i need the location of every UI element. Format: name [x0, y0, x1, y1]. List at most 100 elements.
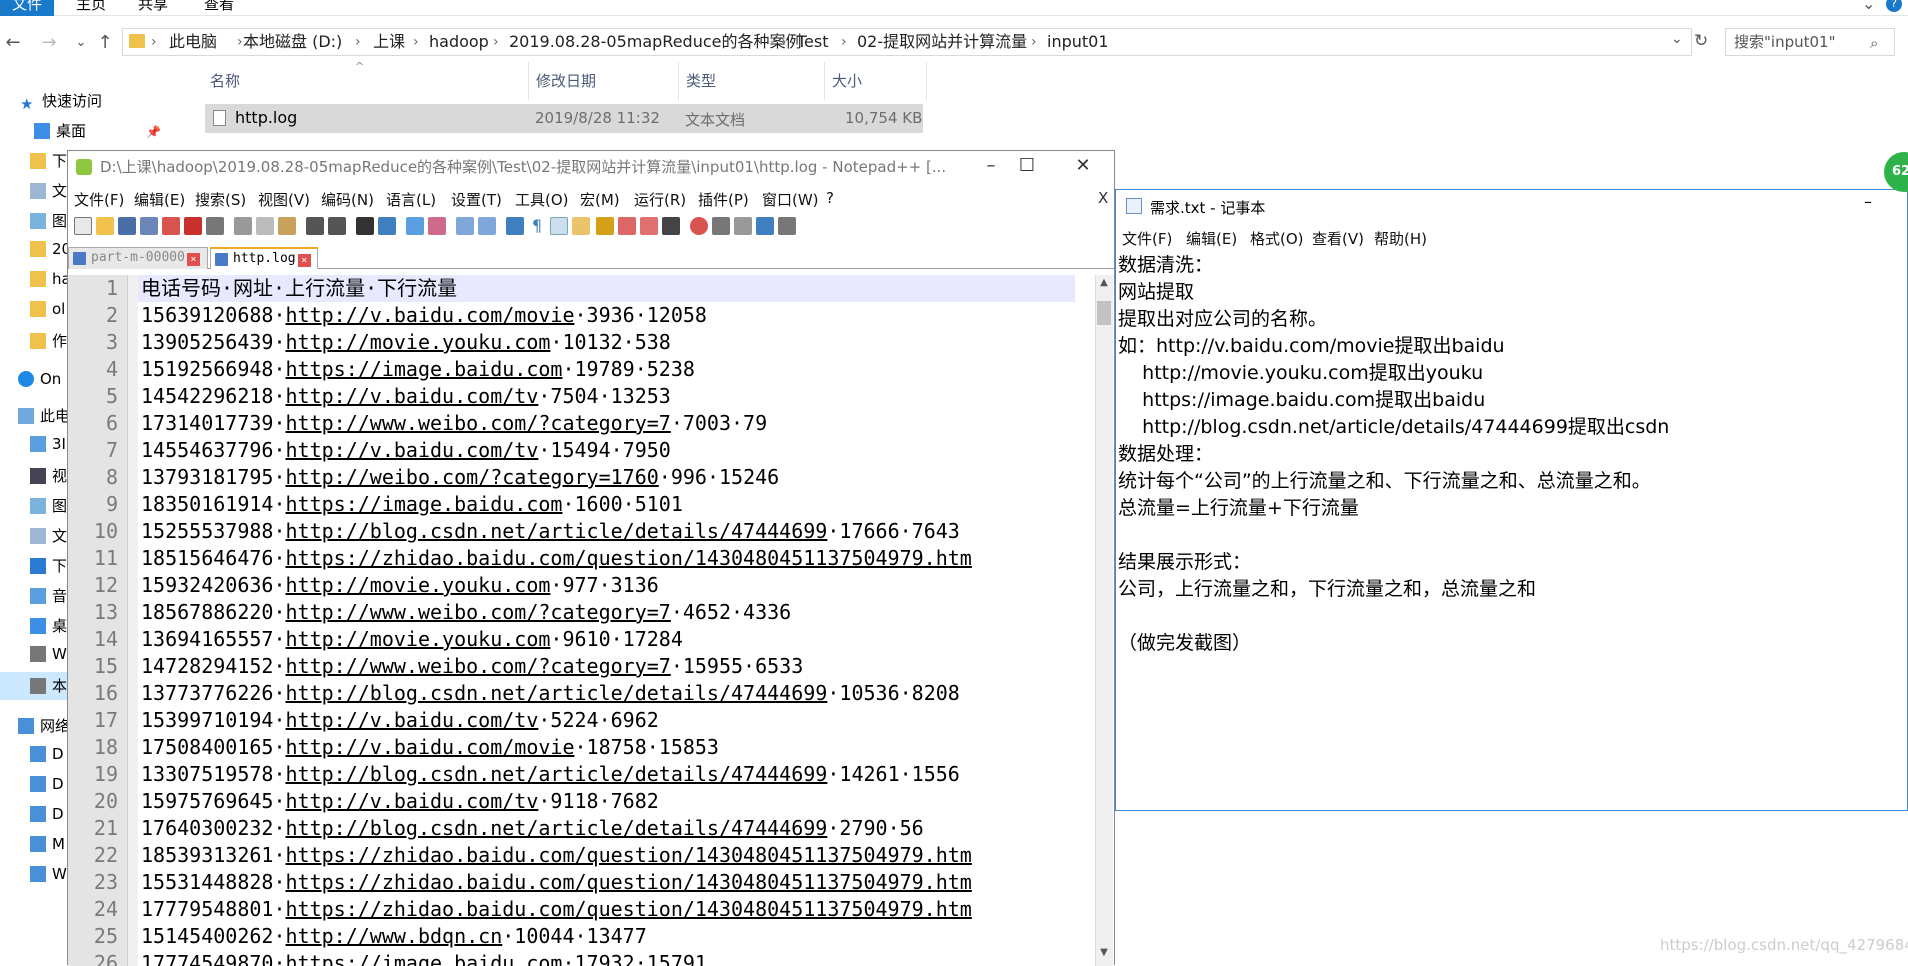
replace-icon[interactable]: [378, 217, 396, 235]
word-wrap-icon[interactable]: [506, 217, 524, 235]
nav-item[interactable]: 20: [30, 240, 71, 258]
menu-tools[interactable]: 工具(O): [515, 189, 569, 210]
nav-item-selected[interactable]: 本: [0, 672, 68, 700]
menu-search[interactable]: 搜索(S): [195, 189, 246, 210]
up-arrow-icon[interactable]: ↑: [94, 32, 116, 54]
address-dropdown-icon[interactable]: ⌄: [1671, 31, 1683, 47]
menu-edit[interactable]: 编辑(E): [1186, 228, 1237, 249]
line-url-link[interactable]: https://zhidao.baidu.com/question/143048…: [286, 843, 972, 867]
nav-item[interactable]: D: [30, 805, 64, 823]
paste-icon[interactable]: [278, 217, 296, 235]
menu-view[interactable]: 视图(V): [258, 189, 310, 210]
ribbon-tab-home[interactable]: 主页: [66, 0, 116, 16]
line-url-link[interactable]: http://blog.csdn.net/article/details/474…: [286, 519, 828, 543]
column-type[interactable]: 类型: [686, 70, 716, 91]
notepad-titlebar[interactable]: 需求.txt - 记事本 –: [1116, 190, 1907, 222]
search-icon[interactable]: ⌕: [1870, 34, 1878, 52]
breadcrumb-hadoop[interactable]: hadoop: [429, 32, 489, 52]
show-all-characters-icon[interactable]: ¶: [528, 217, 546, 235]
line-url-link[interactable]: http://v.baidu.com/tv: [286, 438, 539, 462]
close-icon[interactable]: ✕: [1060, 153, 1106, 179]
undo-icon[interactable]: [306, 217, 324, 235]
line-url-link[interactable]: https://zhidao.baidu.com/question/143048…: [286, 546, 972, 570]
line-url-link[interactable]: http://www.weibo.com/?category=7: [286, 411, 671, 435]
close-file-icon[interactable]: [162, 217, 180, 235]
menu-language[interactable]: 语言(L): [386, 189, 436, 210]
line-url-link[interactable]: http://v.baidu.com/tv: [286, 708, 539, 732]
line-url-link[interactable]: http://movie.youku.com: [286, 627, 551, 651]
open-file-icon[interactable]: [96, 217, 114, 235]
column-name[interactable]: 名称: [210, 70, 240, 91]
tab-close-icon[interactable]: ×: [297, 254, 311, 267]
scroll-up-icon[interactable]: ▲: [1097, 277, 1111, 293]
run-macro-multiple-icon[interactable]: [756, 217, 774, 235]
play-macro-icon[interactable]: [734, 217, 752, 235]
close-document-icon[interactable]: X: [1098, 189, 1108, 207]
line-url-link[interactable]: https://image.baidu.com: [286, 492, 563, 516]
ribbon-tab-share[interactable]: 共享: [128, 0, 178, 16]
menu-run[interactable]: 运行(R): [634, 189, 686, 210]
recent-dropdown-icon[interactable]: ⌄: [70, 32, 92, 54]
menu-plugins[interactable]: 插件(P): [698, 189, 749, 210]
line-url-link[interactable]: http://weibo.com/?category=1760: [286, 465, 659, 489]
menu-window[interactable]: 窗口(W): [762, 189, 819, 210]
nav-item[interactable]: 音: [30, 585, 67, 606]
editor-area[interactable]: 1 2 3 4 5 6 7 8 9 10 11 12 13 14 15 16 17 18 19 20 21 22 23 24 2…: [68, 275, 1114, 966]
line-url-link[interactable]: http://blog.csdn.net/article/details/474…: [286, 681, 828, 705]
redo-icon[interactable]: [328, 217, 346, 235]
line-url-link[interactable]: http://v.baidu.com/tv: [286, 384, 539, 408]
breadcrumb-local-disk[interactable]: 本地磁盘 (D:): [243, 32, 342, 52]
breadcrumb-input01[interactable]: input01: [1047, 32, 1109, 52]
line-url-link[interactable]: http://www.weibo.com/?category=7: [286, 600, 671, 624]
tab-part-m-00000[interactable]: part-m-00000 ×: [68, 247, 208, 269]
breadcrumb-extract-site[interactable]: 02-提取网站并计算流量: [857, 32, 1027, 52]
indent-guide-icon[interactable]: [550, 217, 568, 235]
ribbon-expand-icon[interactable]: ⌄: [1862, 0, 1875, 13]
nav-item[interactable]: W: [30, 865, 67, 883]
scroll-down-icon[interactable]: ▼: [1097, 947, 1111, 963]
nav-item-this-pc[interactable]: 此电: [18, 405, 70, 426]
zoom-in-icon[interactable]: [406, 217, 424, 235]
breadcrumb-shangke[interactable]: 上课: [373, 32, 405, 52]
line-url-link[interactable]: https://image.baidu.com: [286, 357, 563, 381]
line-url-link[interactable]: http://blog.csdn.net/article/details/474…: [286, 762, 828, 786]
function-list-icon[interactable]: [618, 217, 636, 235]
language-icon[interactable]: [572, 217, 590, 235]
record-macro-icon[interactable]: [690, 217, 708, 235]
notepadpp-titlebar[interactable]: D:\上课\hadoop\2019.08.28-05mapReduce的各种案例…: [68, 151, 1114, 181]
stop-macro-icon[interactable]: [712, 217, 730, 235]
vertical-scrollbar[interactable]: [1095, 275, 1113, 966]
nav-item-onedrive[interactable]: On: [18, 370, 61, 388]
nav-item-desktop[interactable]: 桌面 📌: [34, 120, 161, 141]
line-url-link[interactable]: http://www.bdqn.cn: [286, 924, 503, 948]
breadcrumb-mapreduce[interactable]: 2019.08.28-05mapReduce的各种案例: [509, 32, 801, 52]
line-url-link[interactable]: https://zhidao.baidu.com/question/143048…: [286, 870, 972, 894]
menu-macro[interactable]: 宏(M): [580, 189, 620, 210]
save-icon[interactable]: [118, 217, 136, 235]
file-row[interactable]: http.log 2019/8/28 11:32 文本文档 10,754 KB: [205, 104, 923, 133]
menu-file[interactable]: 文件(F): [74, 189, 124, 210]
line-url-link[interactable]: http://movie.youku.com: [286, 330, 551, 354]
scrollbar-thumb[interactable]: [1097, 301, 1111, 325]
nav-item[interactable]: 桌: [30, 615, 67, 636]
column-divider[interactable]: [528, 62, 529, 100]
line-url-link[interactable]: http://movie.youku.com: [286, 573, 551, 597]
column-size[interactable]: 大小: [832, 70, 862, 91]
forward-arrow-icon[interactable]: →: [38, 32, 60, 54]
close-all-icon[interactable]: [184, 217, 202, 235]
ribbon-tab-view[interactable]: 查看: [194, 0, 244, 16]
nav-item-quick-access[interactable]: ★ 快速访问: [20, 90, 102, 113]
cut-icon[interactable]: [234, 217, 252, 235]
nav-item[interactable]: 文: [30, 525, 67, 546]
nav-item[interactable]: 下: [30, 150, 67, 171]
nav-item[interactable]: D: [30, 775, 64, 793]
zoom-out-icon[interactable]: [428, 217, 446, 235]
menu-view[interactable]: 查看(V): [1312, 228, 1364, 249]
line-url-link[interactable]: http://v.baidu.com/movie: [286, 735, 575, 759]
maximize-icon[interactable]: ☐: [1004, 153, 1050, 179]
column-divider[interactable]: [824, 62, 825, 100]
save-all-icon[interactable]: [140, 217, 158, 235]
back-arrow-icon[interactable]: ←: [2, 32, 24, 54]
menu-help[interactable]: ?: [826, 189, 834, 207]
line-url-link[interactable]: http://www.weibo.com/?category=7: [286, 654, 671, 678]
